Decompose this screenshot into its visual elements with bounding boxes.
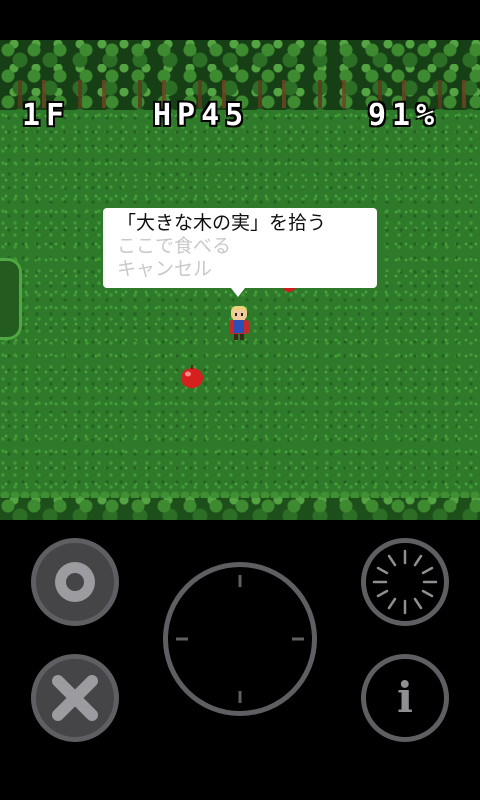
menu-item-cancel[interactable]: キャンセル <box>117 258 377 281</box>
big-nut-item-icon <box>181 365 203 388</box>
bush <box>0 258 22 340</box>
clock-dial-icon <box>372 549 438 615</box>
x-icon <box>36 659 114 737</box>
directional-pad-icon <box>176 575 304 703</box>
menu-item-pick-up[interactable]: 「大きな木の実」を拾う <box>117 212 377 235</box>
game-view[interactable]: 1F HP45 91% 「大きな木の実」を拾う ここで食べる キャンセル <box>0 40 480 520</box>
cancel-button[interactable] <box>31 654 119 742</box>
menu-item-eat-here[interactable]: ここで食べる <box>117 235 377 258</box>
status-bar <box>0 0 480 40</box>
hp-indicator: HP45 <box>153 98 250 133</box>
floor-indicator: 1F <box>22 98 71 133</box>
info-icon: i <box>397 673 413 722</box>
wait-button[interactable] <box>361 538 449 626</box>
fullness-indicator: 91% <box>368 98 441 133</box>
hud: 1F HP45 91% <box>0 98 480 138</box>
hedge-border <box>0 490 480 520</box>
ok-button[interactable] <box>31 538 119 626</box>
info-button[interactable]: i <box>361 654 449 742</box>
player-character <box>229 306 249 340</box>
action-menu: 「大きな木の実」を拾う ここで食べる キャンセル <box>103 208 377 297</box>
directional-pad[interactable] <box>163 562 317 716</box>
